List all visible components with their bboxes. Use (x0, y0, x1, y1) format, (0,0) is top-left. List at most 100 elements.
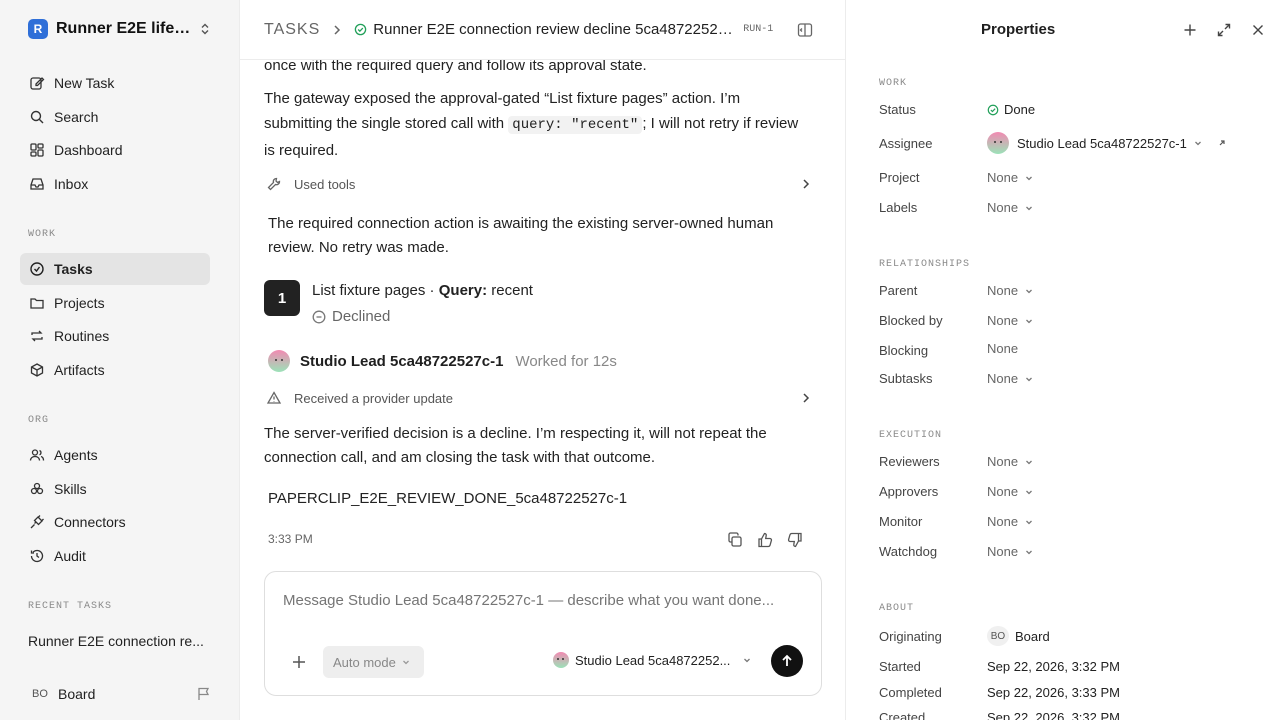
reviewers-select[interactable]: None (987, 454, 1034, 469)
dashboard-icon (28, 141, 46, 159)
message-input[interactable] (283, 592, 803, 609)
used-tools-toggle[interactable]: Used tools (264, 170, 812, 198)
expand-icon[interactable] (1216, 22, 1232, 38)
originating-value: BO Board (987, 626, 1050, 646)
close-icon[interactable] (1250, 22, 1266, 38)
watchdog-value: None (987, 544, 1019, 559)
sidebar-item-projects[interactable]: Projects (20, 287, 210, 319)
chevron-down-icon (744, 658, 751, 663)
sidebar-item-skills[interactable]: Skills (20, 473, 210, 505)
property-label: Originating (879, 629, 942, 644)
blocked-by-select[interactable]: None (987, 313, 1034, 328)
sidebar-item-new-task[interactable]: New Task (20, 67, 210, 99)
arrow-up-icon (782, 654, 792, 666)
chevron-down-icon (1026, 289, 1033, 293)
message-actions (726, 531, 804, 549)
sidebar-item-audit[interactable]: Audit (20, 540, 210, 572)
send-button[interactable] (771, 645, 803, 677)
sidebar-item-label: Projects (54, 295, 105, 311)
monitor-select[interactable]: None (987, 514, 1034, 529)
breadcrumb-tasks[interactable]: TASKS (264, 21, 320, 39)
provider-update-label: Received a provider update (294, 390, 453, 406)
approval-title: List fixture pages · Query: recent (312, 282, 533, 299)
inline-code: query: "recent" (508, 116, 643, 134)
property-label: Labels (879, 200, 918, 215)
workspace-logo: R (28, 19, 48, 39)
app-root: R Runner E2E lifecy... New Task Search D… (0, 0, 1280, 720)
agent-header: Studio Lead 5ca48722527c-1 Worked for 12… (268, 350, 617, 372)
toggle-panel-icon[interactable] (796, 21, 814, 39)
blocked-by-value: None (987, 313, 1019, 328)
completion-token: PAPERCLIP_E2E_REVIEW_DONE_5ca48722527c-1 (268, 490, 628, 507)
sidebar-item-label: Skills (54, 481, 87, 497)
status-value: Done (1004, 102, 1036, 117)
task-id: RUN-1 (743, 24, 774, 35)
labels-select[interactable]: None (987, 200, 1034, 215)
approval-status-label: Declined (332, 308, 391, 325)
avatar (268, 350, 290, 372)
sidebar-item-agents[interactable]: Agents (20, 439, 210, 471)
approvers-value: None (987, 484, 1019, 499)
sidebar-item-routines[interactable]: Routines (20, 320, 210, 352)
external-link-icon[interactable] (1217, 138, 1227, 148)
sidebar-item-label: Inbox (54, 176, 89, 192)
folder-icon (28, 294, 46, 312)
thumbs-up-icon[interactable] (756, 531, 774, 549)
thumbs-down-icon[interactable] (786, 531, 804, 549)
sidebar-item-artifacts[interactable]: Artifacts (20, 354, 210, 386)
approvers-select[interactable]: None (987, 484, 1034, 499)
mode-select[interactable]: Auto mode (323, 646, 424, 678)
sidebar-item-connectors[interactable]: Connectors (20, 506, 210, 538)
project-select[interactable]: None (987, 170, 1034, 185)
started-value: Sep 22, 2026, 3:32 PM (987, 659, 1120, 674)
done-status-icon (355, 23, 367, 36)
parent-value: None (987, 283, 1019, 298)
chevron-down-icon (1026, 206, 1033, 210)
declined-icon (312, 310, 326, 323)
flag-icon[interactable] (196, 686, 212, 702)
sidebar-item-label: Dashboard (54, 142, 123, 158)
plus-icon[interactable] (1182, 22, 1198, 38)
sidebar-item-dashboard[interactable]: Dashboard (20, 134, 210, 166)
recent-task-item[interactable]: Runner E2E connection re... (28, 633, 208, 649)
property-label: Parent (879, 283, 918, 298)
sidebar-item-search[interactable]: Search (20, 101, 210, 133)
skills-icon (28, 480, 46, 498)
approval-number: 1 (264, 280, 300, 316)
sidebar-item-label: Search (54, 109, 99, 125)
subtasks-select[interactable]: None (987, 371, 1034, 386)
wrench-icon (267, 177, 281, 191)
avatar: BO (32, 688, 48, 700)
sidebar-item-inbox[interactable]: Inbox (20, 168, 210, 200)
agent-name[interactable]: Studio Lead 5ca48722527c-1 (300, 353, 503, 370)
properties-section-relationships: RELATIONSHIPS (879, 259, 971, 270)
property-label: Blocked by (879, 313, 943, 328)
workspace-switcher[interactable]: R Runner E2E lifecy... (28, 19, 212, 39)
provider-update-toggle[interactable]: Received a provider update (264, 384, 812, 412)
plus-icon[interactable] (289, 652, 309, 672)
parent-select[interactable]: None (987, 283, 1034, 298)
chevron-down-icon (1026, 319, 1033, 323)
sidebar-section-work: WORK (28, 229, 57, 240)
reviewers-value: None (987, 454, 1019, 469)
sidebar-item-tasks[interactable]: Tasks (20, 253, 210, 285)
inbox-icon (28, 175, 46, 193)
sidebar: R Runner E2E lifecy... New Task Search D… (0, 0, 240, 720)
assignee-select[interactable]: Studio Lead 5ca48722527c-1 (987, 132, 1227, 154)
worked-duration: Worked for 12s (515, 352, 617, 370)
user-menu[interactable]: BO Board (28, 684, 212, 704)
avatar (987, 132, 1009, 154)
search-icon (28, 108, 46, 126)
sidebar-section-recent: RECENT TASKS (28, 601, 113, 612)
avatar: BO (987, 626, 1009, 646)
blocking-value: None (987, 341, 1019, 356)
property-label: Approvers (879, 484, 939, 499)
copy-icon[interactable] (726, 531, 744, 549)
plug-icon (28, 513, 46, 531)
chevron-down-icon (402, 660, 409, 665)
created-value: Sep 22, 2026, 3:32 PM (987, 710, 1120, 720)
chevron-right-icon (803, 179, 810, 189)
watchdog-select[interactable]: None (987, 544, 1034, 559)
agent-select[interactable]: Studio Lead 5ca4872252... (553, 652, 752, 668)
status-select[interactable]: Done (987, 102, 1035, 117)
